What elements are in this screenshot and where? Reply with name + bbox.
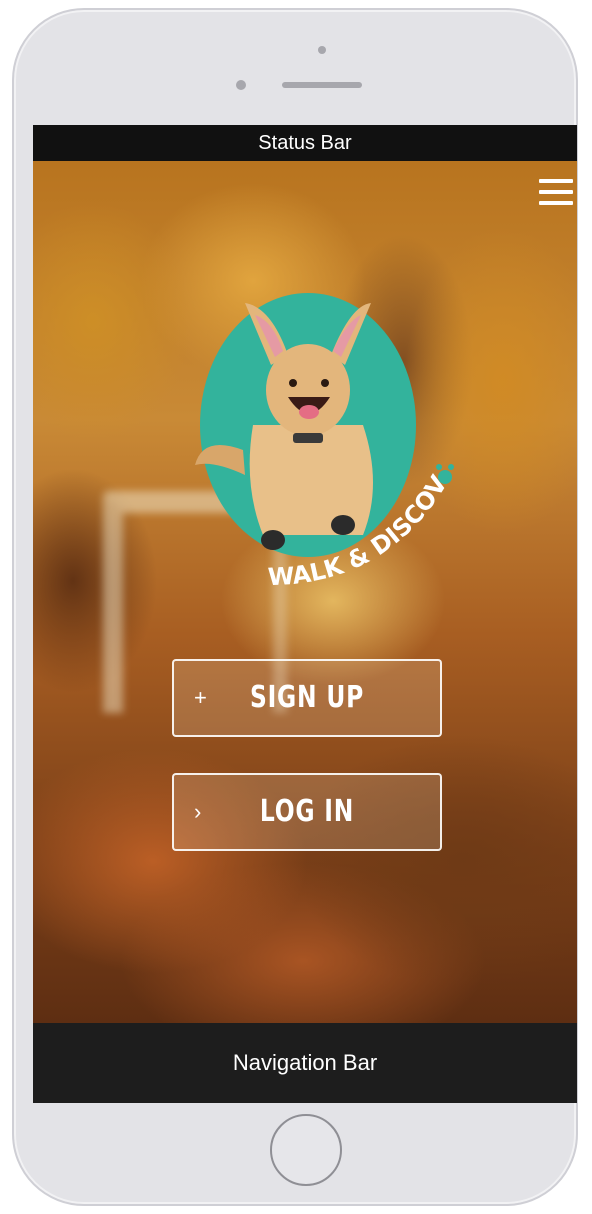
app-logo: WALK & DISCOVER bbox=[183, 285, 454, 591]
app-screen: Status Bar WALK & DISCOV + SIGN UP › LOG… bbox=[33, 125, 577, 1103]
hamburger-menu-icon[interactable] bbox=[539, 179, 573, 205]
log-in-label: LOG IN bbox=[259, 794, 355, 829]
navigation-bar: Navigation Bar bbox=[33, 1023, 577, 1103]
proximity-sensor bbox=[236, 80, 246, 90]
earpiece-speaker bbox=[282, 82, 362, 88]
sign-up-button[interactable]: + SIGN UP bbox=[172, 659, 442, 737]
navigation-bar-label: Navigation Bar bbox=[232, 1050, 378, 1075]
sign-up-label: SIGN UP bbox=[249, 680, 365, 715]
front-camera bbox=[318, 46, 326, 54]
log-in-button[interactable]: › LOG IN bbox=[172, 773, 442, 851]
status-bar: Status Bar bbox=[33, 125, 577, 161]
status-bar-label: Status Bar bbox=[258, 132, 352, 154]
chevron-right-icon: › bbox=[194, 799, 202, 824]
home-button[interactable] bbox=[270, 1114, 342, 1186]
